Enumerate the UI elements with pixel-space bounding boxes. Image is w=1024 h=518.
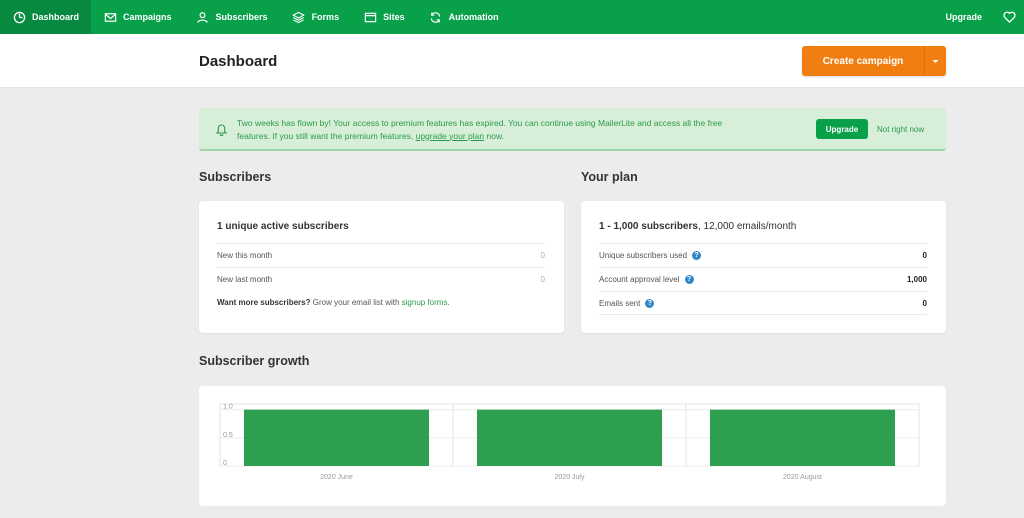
page-header: Dashboard Create campaign <box>0 34 1024 88</box>
y-tick-label: 1.0 <box>223 404 233 411</box>
alert-text-end: now. <box>484 130 504 141</box>
subscribers-row: New last month 0 <box>217 267 545 291</box>
row-label: Unique subscribers used <box>599 251 688 260</box>
refresh-icon <box>429 10 443 24</box>
plan-tier: 1 - 1,000 subscribers <box>599 221 698 232</box>
subscribers-count: 1 unique active subscribers <box>217 221 349 232</box>
nav-subscribers[interactable]: Subscribers <box>184 0 280 34</box>
row-value: 1,000 <box>906 275 927 284</box>
user-icon <box>196 10 210 24</box>
heart-icon[interactable] <box>994 0 1024 34</box>
envelope-icon <box>103 10 117 24</box>
help-icon[interactable]: ? <box>645 298 655 308</box>
plan-row: Unique subscribers used? 0 <box>599 243 927 267</box>
help-icon[interactable]: ? <box>692 251 702 260</box>
layers-icon <box>292 10 306 24</box>
dashboard-icon <box>12 10 26 24</box>
expired-trial-alert: Two weeks has flown by! Your access to p… <box>199 108 946 151</box>
create-campaign-split-button: Create campaign <box>802 46 946 76</box>
x-tick-label: 2020 July <box>555 474 585 481</box>
row-value: 0 <box>540 251 545 260</box>
row-label: Emails sent <box>599 298 641 308</box>
bar <box>477 409 662 466</box>
subscribers-headline: 1 unique active subscribers <box>217 221 349 232</box>
footnote-text: Grow your email list with <box>310 298 402 307</box>
plan-card: 1 - 1,000 subscribers, 12,000 emails/mon… <box>581 201 946 333</box>
signup-forms-link[interactable]: signup forms <box>402 298 448 307</box>
nav-automation[interactable]: Automation <box>417 0 511 34</box>
subscribers-row: New this month 0 <box>217 243 545 267</box>
nav-automation-label: Automation <box>448 12 499 22</box>
footnote-bold: Want more subscribers? <box>217 298 311 307</box>
subscribers-footnote: Want more subscribers? Grow your email l… <box>217 298 450 307</box>
nav-forms-label: Forms <box>311 12 340 22</box>
nav-sites[interactable]: Sites <box>351 0 417 34</box>
browser-icon <box>363 10 377 24</box>
nav-right: Upgrade <box>933 0 1024 34</box>
x-tick-label: 2020 August <box>783 474 822 481</box>
top-navigation: Dashboard Campaigns Subscribers Forms Si… <box>0 0 1024 34</box>
plan-headline: 1 - 1,000 subscribers, 12,000 emails/mon… <box>599 221 796 232</box>
plan-section-title: Your plan <box>581 170 638 184</box>
nav-subscribers-label: Subscribers <box>215 12 268 22</box>
footnote-end: . <box>447 298 450 307</box>
bell-icon <box>215 123 228 141</box>
nav-forms[interactable]: Forms <box>280 0 352 34</box>
chevron-down-icon <box>932 59 939 63</box>
row-label: New this month <box>217 251 273 260</box>
alert-message: Two weeks has flown by! Your access to p… <box>237 117 757 142</box>
x-tick-label: 2020 June <box>320 474 353 481</box>
upgrade-plan-link[interactable]: upgrade your plan <box>416 131 485 141</box>
alert-upgrade-button[interactable]: Upgrade <box>816 119 868 139</box>
subscribers-section-title: Subscribers <box>199 170 272 184</box>
page-title: Dashboard <box>199 53 278 70</box>
plan-row: Emails sent? 0 <box>599 291 927 315</box>
plan-row: Account approval level? 1,000 <box>599 267 927 291</box>
growth-chart-card: 1.0 0.5 0 2020 June 2020 July 2020 August <box>199 386 946 506</box>
help-icon[interactable]: ? <box>684 275 694 284</box>
row-value: 0 <box>540 275 545 284</box>
nav-sites-label: Sites <box>383 12 405 22</box>
plan-emails: , 12,000 emails/month <box>697 221 797 232</box>
create-campaign-dropdown-button[interactable] <box>924 46 946 76</box>
not-right-now-link[interactable]: Not right now <box>877 125 924 134</box>
subscribers-card: 1 unique active subscribers New this mon… <box>199 201 564 333</box>
nav-campaigns-label: Campaigns <box>123 12 172 22</box>
subscriber-growth-chart: 1.0 0.5 0 2020 June 2020 July 2020 August <box>219 403 920 481</box>
row-value: 0 <box>922 298 927 308</box>
row-label: New last month <box>217 275 273 284</box>
nav-dashboard[interactable]: Dashboard <box>0 0 92 34</box>
nav-dashboard-label: Dashboard <box>32 12 80 22</box>
bar <box>244 409 429 466</box>
create-campaign-button[interactable]: Create campaign <box>802 46 924 76</box>
row-value: 0 <box>922 251 927 260</box>
nav-campaigns[interactable]: Campaigns <box>91 0 184 34</box>
growth-section-title: Subscriber growth <box>199 354 310 368</box>
bar <box>710 409 895 466</box>
y-tick-label: 0.5 <box>223 432 233 439</box>
row-label: Account approval level <box>599 275 680 284</box>
y-tick-label: 0 <box>223 460 227 467</box>
nav-upgrade-link[interactable]: Upgrade <box>933 12 994 22</box>
